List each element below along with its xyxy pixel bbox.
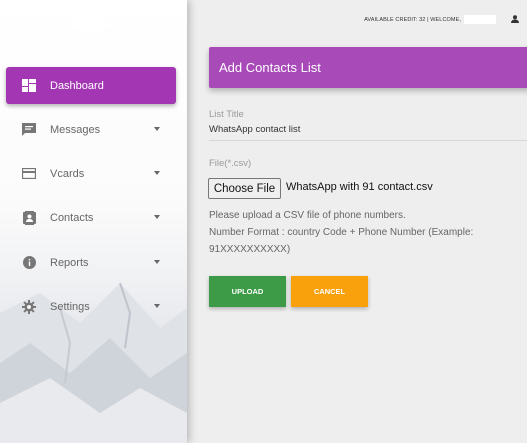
mountain-background-image (0, 282, 187, 443)
selected-file-name: WhatsApp with 91 contact.csv (286, 181, 433, 193)
logo (62, 20, 118, 34)
info-icon (21, 255, 37, 271)
file-label: File(*.csv) (209, 158, 252, 169)
sidebar-item-dashboard[interactable]: Dashboard (6, 67, 176, 104)
chevron-down-icon (154, 260, 160, 264)
page-title: Add Contacts List (219, 60, 321, 75)
dashboard-icon (21, 78, 37, 94)
sidebar-item-label: Settings (50, 300, 90, 313)
sidebar: Dashboard Messages Vcards Contacts Repor… (0, 0, 187, 443)
sidebar-item-messages[interactable]: Messages (6, 111, 176, 148)
cancel-button[interactable]: CANCEL (291, 276, 368, 307)
sidebar-item-label: Reports (50, 256, 89, 269)
sidebar-item-label: Messages (50, 123, 101, 136)
sidebar-item-settings[interactable]: Settings (6, 288, 176, 325)
message-icon (21, 122, 37, 138)
sidebar-item-label: Vcards (50, 167, 85, 180)
credit-status: AVAILABLE CREDIT: 32 | WELCOME, (364, 15, 496, 24)
sidebar-item-label: Contacts (50, 211, 94, 224)
upload-button[interactable]: UPLOAD (209, 276, 286, 307)
user-icon[interactable] (511, 15, 519, 23)
credit-text: AVAILABLE CREDIT: 32 | WELCOME, (364, 16, 461, 23)
sidebar-item-reports[interactable]: Reports (6, 244, 176, 281)
help-text-line1: Please upload a CSV file of phone number… (209, 210, 406, 221)
list-title-label: List Title (209, 109, 244, 120)
chevron-down-icon (154, 171, 160, 175)
card-header: Add Contacts List (209, 47, 527, 88)
choose-file-button[interactable]: Choose File (208, 178, 281, 199)
gear-icon (21, 299, 37, 315)
chevron-down-icon (154, 215, 160, 219)
top-bar: AVAILABLE CREDIT: 32 | WELCOME, (187, 0, 527, 40)
contacts-icon (21, 210, 37, 226)
chevron-down-icon (154, 127, 160, 131)
help-text-line2: Number Format : country Code + Phone Num… (209, 227, 474, 238)
card-icon (21, 166, 37, 182)
sidebar-item-label: Dashboard (50, 79, 104, 92)
help-text-line3: 91XXXXXXXXXX) (209, 244, 291, 255)
list-title-input[interactable]: WhatsApp contact list (209, 124, 300, 135)
sidebar-item-contacts[interactable]: Contacts (6, 199, 176, 236)
username-redacted (464, 15, 496, 24)
list-title-underline (209, 140, 527, 141)
chevron-down-icon (154, 304, 160, 308)
sidebar-item-vcards[interactable]: Vcards (6, 155, 176, 192)
